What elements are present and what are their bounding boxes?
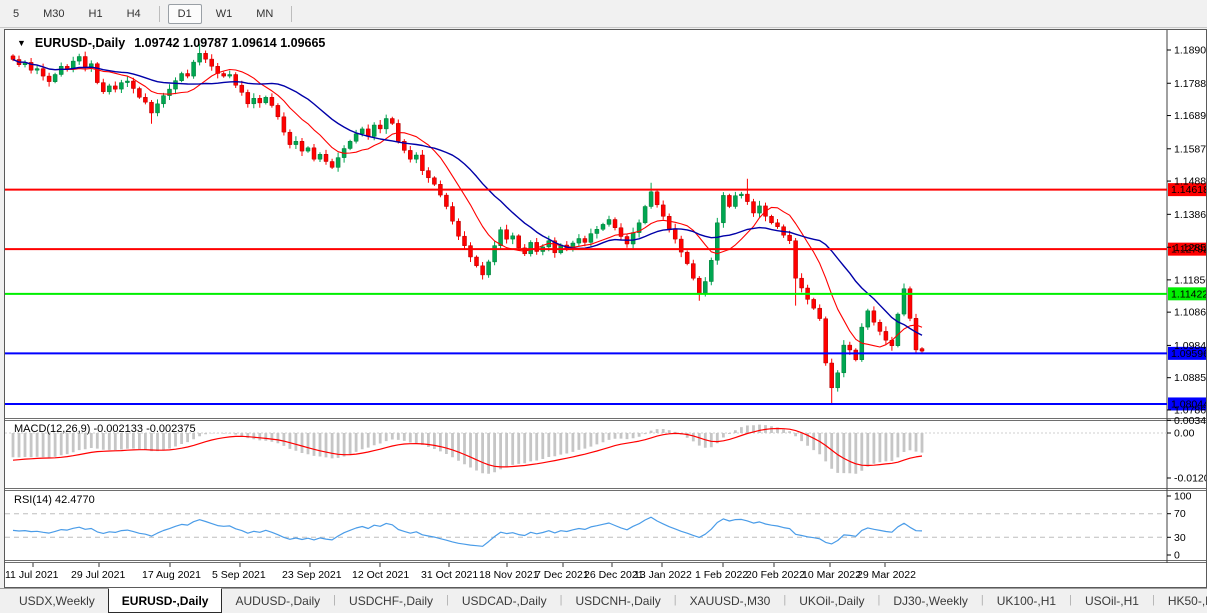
date-axis-label: 20 Feb 2022 xyxy=(746,569,805,581)
price-axis-tick-label: 1.18900 xyxy=(1174,45,1206,57)
price-axis-tick-label: 1.09840 xyxy=(1174,340,1206,352)
tab-usdchf-daily[interactable]: USDCHF-,Daily xyxy=(336,589,446,613)
macd-axis-tick-label: 0.003408 xyxy=(1174,415,1206,427)
macd-axis-tick-label: 0.00 xyxy=(1174,428,1195,440)
chart-window: 1.146181.127921.114221.095961.080441.189… xyxy=(4,29,1207,588)
timeframe-button-m30[interactable]: M30 xyxy=(33,4,74,24)
date-axis-label: 23 Sep 2021 xyxy=(282,569,342,581)
timeframe-toolbar: 5M30H1H4 D1W1MN xyxy=(0,0,1207,28)
date-axis-label: 29 Mar 2022 xyxy=(857,569,916,581)
date-axis-label: 29 Jul 2021 xyxy=(71,569,125,581)
date-axis-label: 11 Jul 2021 xyxy=(5,569,59,581)
date-axis-label: 12 Oct 2021 xyxy=(352,569,409,581)
price-axis-tick-label: 1.16890 xyxy=(1174,110,1206,122)
tab-usdcad-daily[interactable]: USDCAD-,Daily xyxy=(449,589,560,613)
price-axis-tick-label: 1.12850 xyxy=(1174,242,1206,254)
timeframe-button-h4[interactable]: H4 xyxy=(117,4,151,24)
date-axis-label: 1 Feb 2022 xyxy=(695,569,748,581)
price-level-badge-value: 1.11422 xyxy=(1171,288,1206,300)
timeframe-button-w1[interactable]: W1 xyxy=(206,4,243,24)
timeframe-button-h1[interactable]: H1 xyxy=(79,4,113,24)
price-axis-tick-label: 1.15870 xyxy=(1174,143,1206,155)
tab-usdcnh-daily[interactable]: USDCNH-,Daily xyxy=(562,589,673,613)
date-axis-label: 18 Nov 2021 xyxy=(479,569,539,581)
timeframe-button-5[interactable]: 5 xyxy=(3,4,29,24)
tab-dj30-weekly[interactable]: DJ30-,Weekly xyxy=(880,589,980,613)
price-axis-tick-label: 1.08850 xyxy=(1174,372,1206,384)
tab-hk50-h1[interactable]: HK50-,H1 xyxy=(1155,589,1207,613)
chart-tabbar: USDX,WeeklyEURUSD-,DailyAUDUSD-,Daily|US… xyxy=(0,588,1207,613)
price-axis-tick-label: 1.17880 xyxy=(1174,78,1206,90)
price-axis-tick-label: 1.14880 xyxy=(1174,176,1206,188)
date-axis-label: 5 Sep 2021 xyxy=(212,569,266,581)
date-axis-label: 7 Dec 2021 xyxy=(535,569,589,581)
tab-xauusd-m30[interactable]: XAUUSD-,M30 xyxy=(677,589,784,613)
timeframe-button-mn[interactable]: MN xyxy=(246,4,283,24)
date-axis-label: 10 Mar 2022 xyxy=(802,569,861,581)
rsi-axis-tick-label: 100 xyxy=(1174,491,1192,503)
tab-audusd-daily[interactable]: AUDUSD-,Daily xyxy=(222,589,333,613)
macd-axis-tick-label: -0.012053 xyxy=(1174,472,1206,484)
collapse-triangle-icon[interactable]: ▼ xyxy=(17,38,26,48)
chart-canvas[interactable]: 1.146181.127921.114221.095961.080441.189… xyxy=(5,30,1206,587)
tab-usdx-weekly[interactable]: USDX,Weekly xyxy=(6,589,108,613)
tab-ukoil-daily[interactable]: UKOil-,Daily xyxy=(786,589,877,613)
rsi-axis-tick-label: 0 xyxy=(1174,550,1180,562)
price-axis-tick-label: 1.10860 xyxy=(1174,307,1206,319)
tab-eurusd-daily[interactable]: EURUSD-,Daily xyxy=(108,588,223,613)
tab-usoil-h1[interactable]: USOil-,H1 xyxy=(1072,589,1152,613)
toolbar-separator xyxy=(159,6,160,22)
rsi-axis-tick-label: 70 xyxy=(1174,508,1186,520)
chart-background xyxy=(5,30,1206,587)
rsi-axis-tick-label: 30 xyxy=(1174,532,1186,544)
price-axis-tick-label: 1.13860 xyxy=(1174,209,1206,221)
toolbar-separator xyxy=(291,6,292,22)
date-axis-label: 13 Jan 2022 xyxy=(634,569,692,581)
tab-uk100-h1[interactable]: UK100-,H1 xyxy=(984,589,1069,613)
timeframe-button-d1[interactable]: D1 xyxy=(168,4,202,24)
price-axis-tick-label: 1.11850 xyxy=(1174,274,1206,286)
date-axis-label: 31 Oct 2021 xyxy=(421,569,478,581)
tab-list: USDX,WeeklyEURUSD-,DailyAUDUSD-,Daily|US… xyxy=(6,589,1207,613)
date-axis-label: 17 Aug 2021 xyxy=(142,569,201,581)
